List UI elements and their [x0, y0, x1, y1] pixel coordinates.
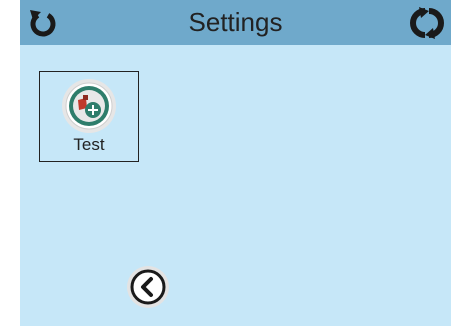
settings-screen: Settings Test: [20, 0, 451, 326]
chevron-left-icon: [127, 266, 169, 308]
back-button[interactable]: [126, 265, 170, 309]
test-tile[interactable]: Test: [39, 71, 139, 162]
refresh-icon: [410, 7, 444, 39]
page-title: Settings: [188, 7, 283, 37]
test-spa-icon: [62, 79, 116, 133]
header-bar: Settings: [20, 0, 451, 45]
refresh-button[interactable]: [409, 6, 444, 40]
test-tile-label: Test: [73, 135, 105, 154]
